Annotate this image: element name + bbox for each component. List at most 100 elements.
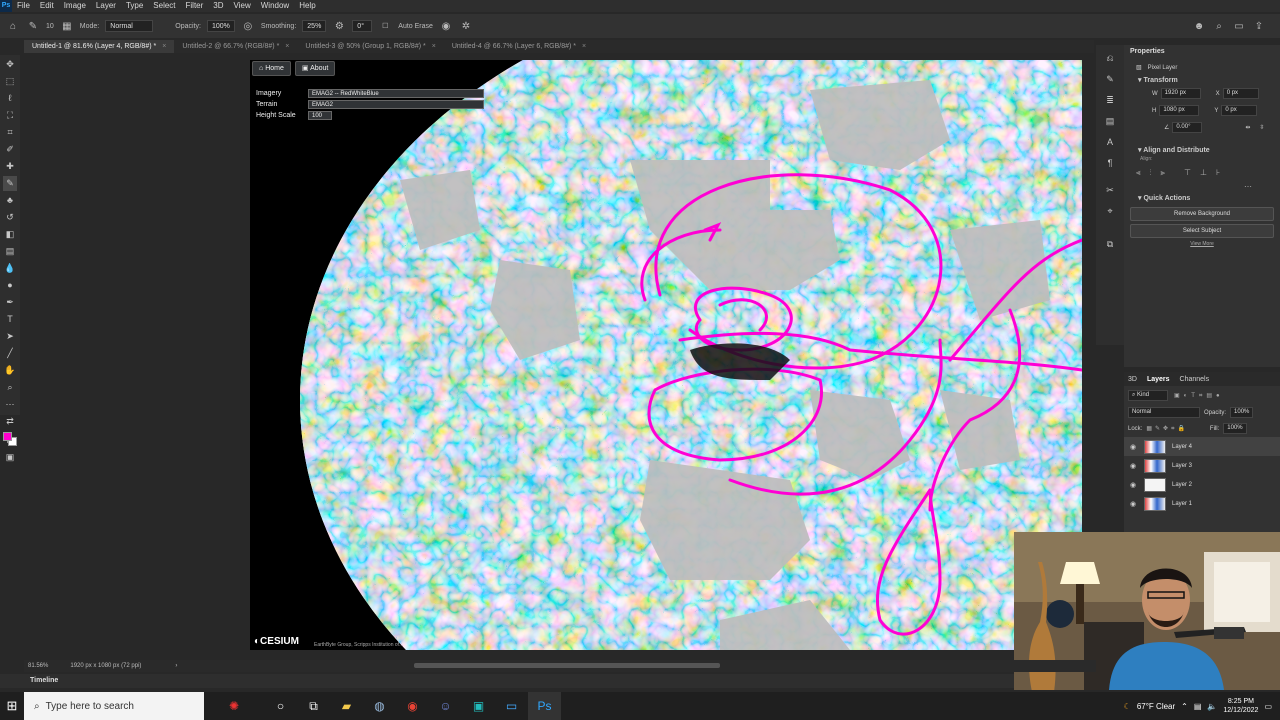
- network-icon[interactable]: ▤: [1194, 702, 1202, 711]
- doc-tab-2[interactable]: Untitled-2 @ 66.7% (RGB/8#) * ×: [174, 40, 297, 53]
- brush-preset-icon[interactable]: ✎: [1103, 72, 1117, 87]
- menu-layer[interactable]: Layer: [91, 0, 121, 12]
- move-tool-icon[interactable]: ✥: [3, 57, 17, 72]
- align-left-icon[interactable]: ⫷: [1136, 168, 1141, 178]
- share-icon[interactable]: ⇪: [1252, 19, 1266, 33]
- align-right-icon[interactable]: ⫸: [1161, 168, 1166, 178]
- chevron-up-icon[interactable]: ⌃: [1181, 702, 1188, 711]
- zoom-tool-icon[interactable]: ⌕: [3, 380, 17, 395]
- poinsettia-icon[interactable]: ✺: [204, 692, 264, 720]
- cesium-about-button[interactable]: ▣ About: [294, 61, 336, 76]
- history-brush-icon[interactable]: ↺: [3, 210, 17, 225]
- eyedropper-icon[interactable]: ✐: [3, 142, 17, 157]
- brush-tool-icon[interactable]: ✎: [3, 176, 17, 191]
- blend-mode-select[interactable]: Normal: [1128, 407, 1200, 418]
- clock[interactable]: 8:25 PM 12/12/2022: [1223, 697, 1258, 715]
- properties-tab[interactable]: Properties: [1124, 45, 1280, 58]
- chevron-right-icon[interactable]: ›: [175, 663, 177, 669]
- pressure-opacity-icon[interactable]: ◎: [241, 19, 255, 33]
- navigator-icon[interactable]: ⌖: [1103, 204, 1117, 219]
- eye-icon[interactable]: ◉: [1130, 443, 1138, 451]
- marquee-tool-icon[interactable]: ⬚: [3, 74, 17, 89]
- width-input[interactable]: 1920 px: [1160, 88, 1201, 99]
- pen-tool-icon[interactable]: ✒: [3, 295, 17, 310]
- window-app-icon[interactable]: ▭: [495, 692, 528, 720]
- angle-input[interactable]: 0.00°: [1172, 122, 1203, 133]
- dodge-icon[interactable]: ●: [3, 278, 17, 293]
- workspace-icon[interactable]: ▭: [1232, 19, 1246, 33]
- y-input[interactable]: 0 px: [1221, 105, 1258, 116]
- align-center-icon[interactable]: ⫶: [1150, 168, 1152, 178]
- hand-tool-icon[interactable]: ✋: [3, 363, 17, 378]
- menu-help[interactable]: Help: [294, 0, 320, 12]
- height-input[interactable]: 1080 px: [1159, 105, 1200, 116]
- tools-icon[interactable]: ✂: [1103, 183, 1117, 198]
- search-icon[interactable]: ⌕: [1212, 19, 1226, 33]
- user-icon[interactable]: ☻: [1192, 19, 1206, 33]
- horizontal-scrollbar[interactable]: [414, 663, 720, 668]
- align-section[interactable]: ▾ Align and Distribute: [1124, 143, 1280, 156]
- mode-select[interactable]: Normal: [105, 20, 154, 32]
- imagery-credit[interactable]: EarthByte Group, Scripps Institution of.…: [314, 642, 403, 648]
- transform-section[interactable]: ▾ Transform: [1124, 73, 1280, 86]
- opacity-input[interactable]: 100%: [206, 20, 235, 32]
- close-icon[interactable]: ×: [432, 43, 436, 50]
- document-canvas[interactable]: [250, 60, 1082, 650]
- screen-mode-icon[interactable]: ▣: [3, 450, 17, 465]
- lock-icons[interactable]: ▦✎✥⌗🔒: [1146, 425, 1188, 433]
- cesium-logo[interactable]: ◐CESIUM: [254, 636, 299, 647]
- zoom-level[interactable]: 81.56%: [28, 663, 48, 669]
- align-top-icon[interactable]: ⊤: [1184, 168, 1191, 178]
- doc-tab-4[interactable]: Untitled-4 @ 66.7% (Layer 6, RGB/8#) * ×: [444, 40, 594, 53]
- remove-background-button[interactable]: Remove Background: [1130, 207, 1274, 221]
- close-icon[interactable]: ×: [582, 43, 586, 50]
- tab-layers[interactable]: Layers: [1147, 376, 1170, 383]
- timeline-panel[interactable]: Timeline: [0, 674, 1014, 688]
- app-icon[interactable]: ▣: [462, 692, 495, 720]
- menu-file[interactable]: File: [12, 0, 35, 12]
- line-tool-icon[interactable]: ╱: [3, 346, 17, 361]
- notification-icon[interactable]: ▭: [1264, 702, 1272, 711]
- more-options-icon[interactable]: ⋯: [1124, 178, 1280, 191]
- volume-icon[interactable]: 🔈: [1207, 702, 1217, 711]
- swap-colors-icon[interactable]: ⇄: [3, 414, 17, 429]
- object-select-icon[interactable]: ⛶: [3, 108, 17, 123]
- layer-row[interactable]: ◉ Layer 1: [1124, 494, 1280, 513]
- menu-view[interactable]: View: [229, 0, 256, 12]
- healing-brush-icon[interactable]: ✚: [3, 159, 17, 174]
- eye-icon[interactable]: ◉: [1130, 500, 1138, 508]
- blur-icon[interactable]: 💧: [3, 261, 17, 276]
- layer-row[interactable]: ◉ Layer 2: [1124, 475, 1280, 494]
- eye-icon[interactable]: ◉: [1130, 462, 1138, 470]
- flip-vertical-icon[interactable]: ⇳: [1259, 124, 1264, 131]
- eye-icon[interactable]: ◉: [1130, 481, 1138, 489]
- photoshop-taskbar-icon[interactable]: Ps: [528, 692, 561, 720]
- crop-tool-icon[interactable]: ⌗: [3, 125, 17, 140]
- layer-filter-kind[interactable]: ⌕ Kind: [1128, 390, 1168, 401]
- symmetry-icon[interactable]: ✲: [459, 19, 473, 33]
- stamp-tool-icon[interactable]: ♣: [3, 193, 17, 208]
- imagery-select[interactable]: EMAG2 -- RedWhiteBlue: [308, 89, 484, 98]
- gradient-icon[interactable]: ▤: [3, 244, 17, 259]
- path-select-icon[interactable]: ➤: [3, 329, 17, 344]
- windows-start-icon[interactable]: ⊞: [0, 692, 24, 720]
- flip-horizontal-icon[interactable]: ⇹: [1245, 124, 1250, 131]
- browser-icon[interactable]: ◍: [363, 692, 396, 720]
- weather-text[interactable]: 67°F Clear: [1137, 702, 1175, 711]
- more-tools-icon[interactable]: ⋯: [3, 397, 17, 412]
- fill-input[interactable]: 100%: [1223, 423, 1247, 434]
- auto-erase-label[interactable]: Auto Erase: [398, 23, 433, 30]
- tab-3d[interactable]: 3D: [1128, 376, 1137, 383]
- view-more-link[interactable]: View More: [1124, 241, 1280, 247]
- align-middle-icon[interactable]: ⊥: [1200, 168, 1207, 178]
- tab-channels[interactable]: Channels: [1180, 376, 1210, 383]
- discord-icon[interactable]: ☺: [429, 692, 462, 720]
- type-tool-icon[interactable]: T: [3, 312, 17, 327]
- menu-edit[interactable]: Edit: [35, 0, 59, 12]
- chrome-icon[interactable]: ◉: [396, 692, 429, 720]
- menu-3d[interactable]: 3D: [208, 0, 228, 12]
- close-icon[interactable]: ×: [285, 43, 289, 50]
- quick-actions-section[interactable]: ▾ Quick Actions: [1124, 191, 1280, 204]
- eraser-icon[interactable]: ◧: [3, 227, 17, 242]
- task-view-icon[interactable]: ⧉: [297, 692, 330, 720]
